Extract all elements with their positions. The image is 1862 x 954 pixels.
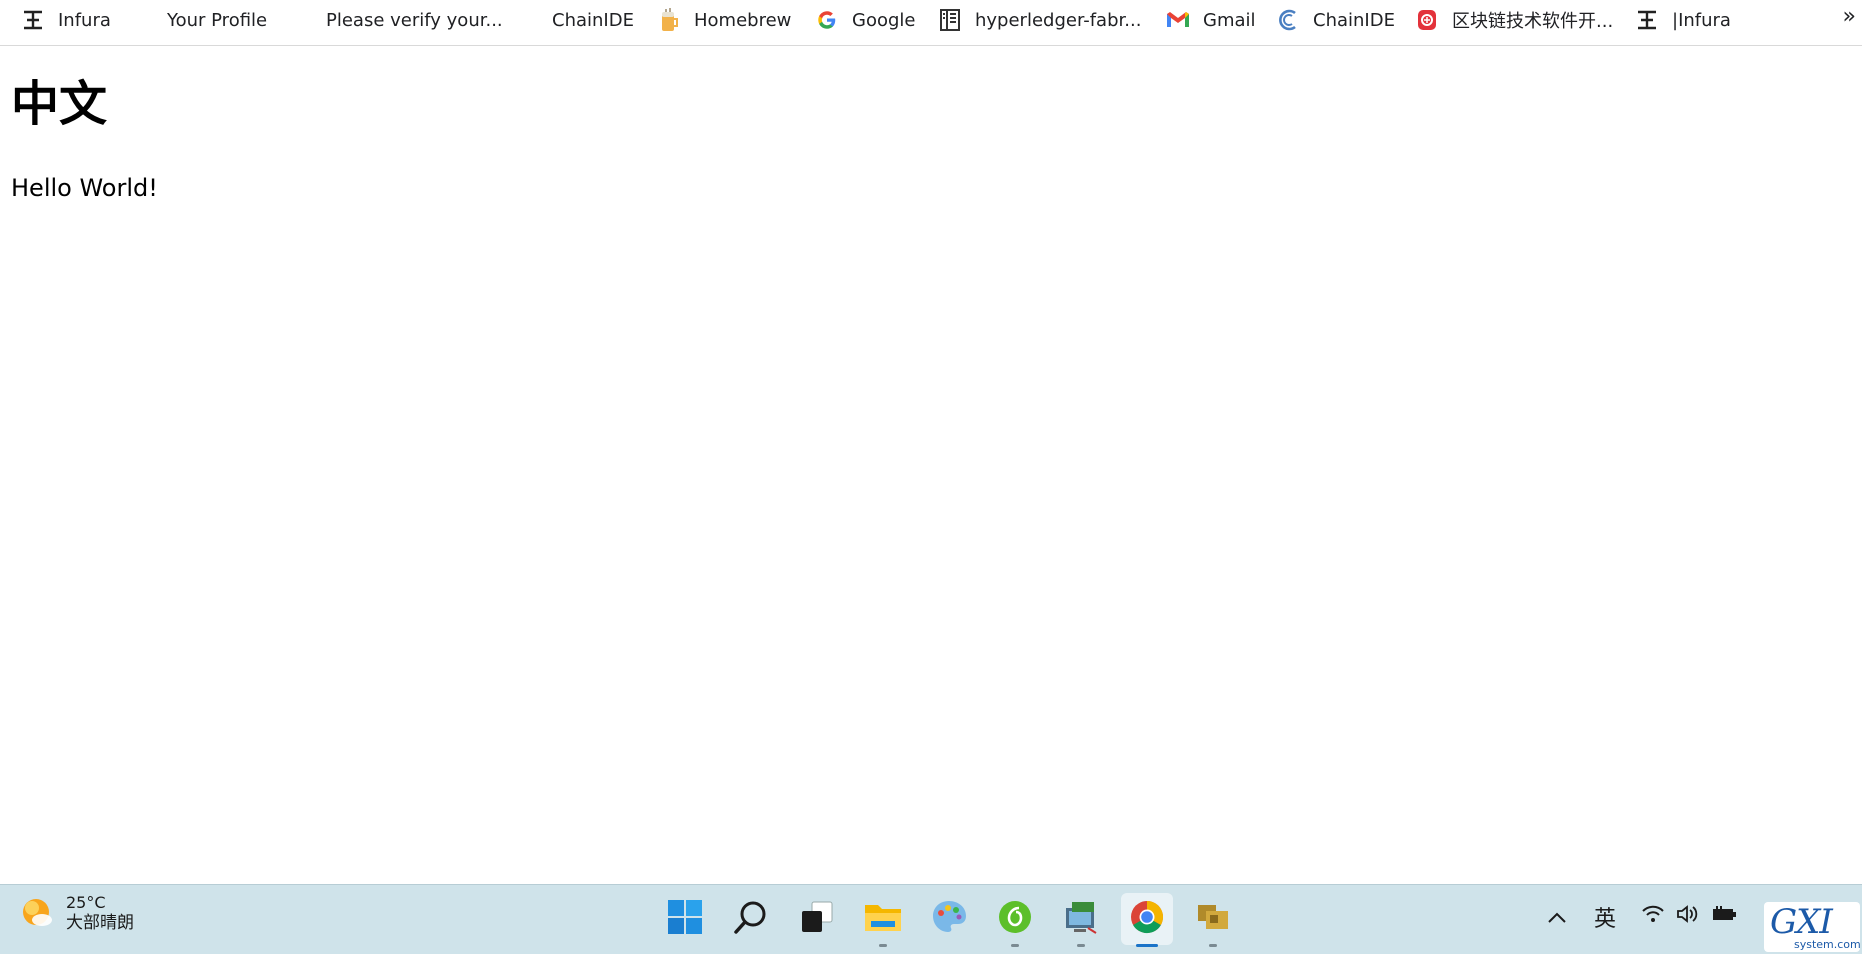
ime-indicator[interactable]: 英 xyxy=(1590,897,1620,937)
file-explorer-icon xyxy=(863,899,903,939)
weather-desc: 大部晴朗 xyxy=(66,913,134,933)
start-button[interactable] xyxy=(659,893,711,945)
bookmark-google[interactable]: Google xyxy=(814,0,915,40)
infura-icon xyxy=(1634,7,1660,33)
folders-icon xyxy=(1194,899,1232,939)
bookmark-label: hyperledger-fabr... xyxy=(975,9,1142,31)
watermark-logo: GXI网 system.com xyxy=(1764,902,1861,954)
weather-widget[interactable]: 25°C 大部晴朗 xyxy=(18,893,134,934)
remote-desktop-icon xyxy=(1062,898,1100,940)
watermark-sub: system.com xyxy=(1794,938,1861,951)
google-icon xyxy=(814,7,840,33)
bookmarks-bar: Infura Your Profile Please verify your..… xyxy=(0,0,1862,46)
running-indicator xyxy=(1011,944,1019,947)
bookmark-infura[interactable]: Infura xyxy=(20,0,111,40)
gmail-icon xyxy=(1165,7,1191,33)
bookmark-infura-2[interactable]: |Infura xyxy=(1634,0,1731,40)
speaker-icon xyxy=(1675,904,1699,930)
page-heading: 中文 xyxy=(11,76,108,132)
tray-overflow-button[interactable] xyxy=(1542,897,1572,937)
paint-icon xyxy=(930,898,968,940)
bookmark-label: ChainIDE xyxy=(1313,9,1395,31)
running-indicator xyxy=(1209,944,1217,947)
wifi-icon xyxy=(1641,904,1665,930)
bookmark-label: 区块链技术软件开... xyxy=(1452,11,1614,32)
green-app-button[interactable] xyxy=(989,893,1041,947)
bookmark-homebrew[interactable]: Homebrew xyxy=(656,0,791,40)
bookmark-chainide-1[interactable]: ChainIDE xyxy=(552,0,634,40)
bookmark-label: Gmail xyxy=(1203,9,1256,31)
page-content: 中文 Hello World! xyxy=(0,46,1862,884)
paint-button[interactable] xyxy=(923,893,975,945)
bookmark-your-profile[interactable]: Your Profile xyxy=(167,0,267,40)
page-text: Hello World! xyxy=(11,174,158,202)
volume-button[interactable] xyxy=(1672,897,1702,937)
task-view-button[interactable] xyxy=(791,893,843,945)
chevron-up-icon xyxy=(1547,905,1567,930)
bookmark-gmail[interactable]: Gmail xyxy=(1165,0,1256,40)
chrome-icon xyxy=(1129,899,1165,939)
bookmark-hyperledger[interactable]: hyperledger-fabr... xyxy=(937,0,1141,40)
red-shield-icon xyxy=(1414,7,1440,33)
bookmark-label: |Infura xyxy=(1672,9,1731,31)
file-explorer-button[interactable] xyxy=(857,893,909,947)
taskbar: 25°C 大部晴朗 英 GXI system.com xyxy=(0,884,1862,954)
bookmark-chainide-2[interactable]: ChainIDE xyxy=(1275,0,1395,40)
chrome-button[interactable] xyxy=(1121,893,1173,947)
remote-desktop-button[interactable] xyxy=(1055,893,1107,947)
search-icon xyxy=(733,899,769,939)
running-indicator xyxy=(1077,944,1085,947)
bookmark-blockchain-cn[interactable]: 区块链技术软件开... xyxy=(1414,0,1613,40)
windows-start-icon xyxy=(667,899,703,939)
screen: Infura Your Profile Please verify your..… xyxy=(0,0,1862,954)
infura-icon xyxy=(20,7,46,33)
chainide-icon xyxy=(1275,7,1301,33)
running-indicator xyxy=(1136,944,1158,947)
bookmark-label: Your Profile xyxy=(167,9,268,31)
running-indicator xyxy=(879,944,887,947)
partly-sunny-icon xyxy=(18,894,54,934)
battery-button[interactable] xyxy=(1708,897,1742,937)
weather-temp: 25°C xyxy=(66,893,106,912)
book-icon xyxy=(937,7,963,33)
bookmark-please-verify[interactable]: Please verify your... xyxy=(326,0,503,40)
bookmarks-overflow-button[interactable]: » xyxy=(1843,4,1856,29)
weather-texts: 25°C 大部晴朗 xyxy=(66,893,134,934)
folders-button[interactable] xyxy=(1187,893,1239,947)
homebrew-icon xyxy=(656,7,682,33)
battery-charging-icon xyxy=(1711,904,1739,930)
wifi-button[interactable] xyxy=(1638,897,1668,937)
bookmark-label: Infura xyxy=(58,9,111,31)
bookmark-label: Google xyxy=(852,9,916,31)
green-app-icon xyxy=(997,899,1033,939)
search-button[interactable] xyxy=(725,893,777,945)
bookmark-label: Homebrew xyxy=(694,9,792,31)
bookmark-label: Please verify your... xyxy=(326,9,503,31)
bookmark-label: ChainIDE xyxy=(552,9,634,31)
task-view-icon xyxy=(799,899,835,939)
